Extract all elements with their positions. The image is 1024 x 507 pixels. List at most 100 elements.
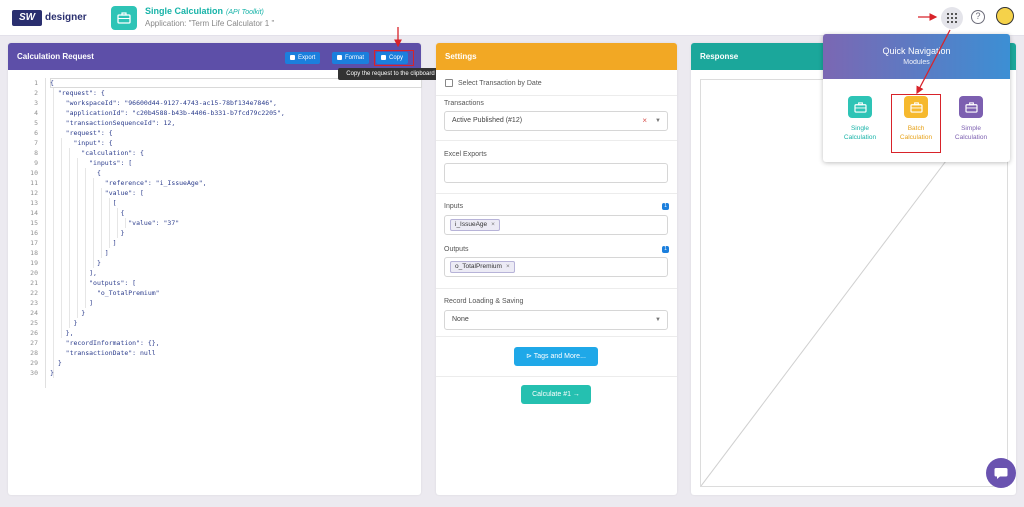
- code-line: 24 }: [12, 308, 412, 318]
- clear-icon[interactable]: ×: [642, 112, 647, 130]
- code-line: 3 "workspaceId": "96600d44-9127-4743-ac1…: [12, 98, 412, 108]
- record-loading-select[interactable]: None ▼: [444, 310, 668, 330]
- nav-single-calculation[interactable]: Single Calculation: [837, 96, 883, 142]
- code-line: 29 }: [12, 358, 412, 368]
- line-number: 14: [30, 209, 38, 217]
- code-text: {: [50, 169, 101, 177]
- inputs-count-badge: 1: [662, 203, 669, 210]
- code-text: }: [50, 229, 125, 237]
- code-text: "value": [: [50, 189, 144, 197]
- line-number: 2: [34, 89, 38, 97]
- line-number: 29: [30, 359, 38, 367]
- line-number: 15: [30, 219, 38, 227]
- json-code-editor[interactable]: 1{2 "request": {3 "workspaceId": "96600d…: [12, 78, 422, 388]
- code-text: {: [50, 209, 125, 217]
- calculate-button[interactable]: Calculate #1 →: [521, 385, 591, 404]
- inputs-field[interactable]: i_IssueAge ×: [444, 215, 668, 235]
- code-text: "applicationId": "c20b4588-b43b-4406-b33…: [50, 109, 285, 117]
- line-number: 19: [30, 259, 38, 267]
- code-text: }: [50, 309, 86, 317]
- line-number: 23: [30, 299, 38, 307]
- code-line: 17 ]: [12, 238, 412, 248]
- avatar[interactable]: [996, 7, 1014, 25]
- excel-exports-field[interactable]: [444, 163, 668, 183]
- code-line: 5 "transactionSequenceId": 12,: [12, 118, 412, 128]
- output-chip: o_TotalPremium ×: [450, 261, 515, 273]
- input-chip: i_IssueAge ×: [450, 219, 500, 231]
- apps-grid-icon[interactable]: [941, 7, 963, 29]
- tag-icon: ⊳: [526, 353, 534, 360]
- line-number: 1: [34, 79, 38, 87]
- code-line: 12 "value": [: [12, 188, 412, 198]
- chat-icon[interactable]: [986, 458, 1016, 488]
- line-number: 13: [30, 199, 38, 207]
- quick-navigation-header: Quick Navigation Modules: [823, 34, 1010, 79]
- briefcase-icon: [959, 96, 983, 118]
- code-text: "reference": "i_IssueAge",: [50, 179, 207, 187]
- line-number: 8: [34, 149, 38, 157]
- line-number: 17: [30, 239, 38, 247]
- code-line: 15 "value": "37": [12, 218, 412, 228]
- divider: [436, 193, 677, 194]
- help-icon[interactable]: ?: [971, 10, 985, 24]
- line-number: 5: [34, 119, 38, 127]
- code-line: 23 ]: [12, 298, 412, 308]
- excel-exports-label: Excel Exports: [444, 151, 487, 158]
- line-number: 22: [30, 289, 38, 297]
- divider: [436, 95, 677, 96]
- nav-simple-calculation[interactable]: Simple Calculation: [948, 96, 994, 142]
- line-number: 26: [30, 329, 38, 337]
- settings-panel: Settings Select Transaction by Date Tran…: [436, 43, 677, 495]
- top-bar: SW designer Single Calculation (API Toolk…: [0, 0, 1024, 36]
- chevron-down-icon: ▼: [655, 317, 661, 323]
- code-line: 6 "request": {: [12, 128, 412, 138]
- format-button[interactable]: Format: [332, 52, 370, 64]
- nav-simple-line2: Calculation: [954, 134, 988, 141]
- sw-designer-logo[interactable]: SW designer: [12, 10, 87, 26]
- line-number: 27: [30, 339, 38, 347]
- line-number: 28: [30, 349, 38, 357]
- transactions-select[interactable]: Active Published (#12) × ▼: [444, 111, 668, 131]
- code-line: 21 "outputs": [: [12, 278, 412, 288]
- outputs-label: Outputs: [444, 246, 469, 253]
- output-chip-label: o_TotalPremium: [455, 263, 502, 270]
- code-line: 2 "request": {: [12, 88, 412, 98]
- code-line: 10 {: [12, 168, 412, 178]
- divider: [436, 376, 677, 377]
- code-line: 14 {: [12, 208, 412, 218]
- select-by-date-label: Select Transaction by Date: [458, 80, 542, 87]
- outputs-field[interactable]: o_TotalPremium ×: [444, 257, 668, 277]
- code-text: ]: [50, 249, 109, 257]
- tags-and-more-button[interactable]: ⊳ Tags and More...: [514, 347, 598, 366]
- line-number: 18: [30, 249, 38, 257]
- code-text: ],: [50, 269, 97, 277]
- code-text: {: [50, 79, 54, 87]
- remove-chip-icon[interactable]: ×: [506, 263, 510, 270]
- code-text: }: [50, 369, 54, 377]
- code-line: 27 "recordInformation": {},: [12, 338, 412, 348]
- code-text: "inputs": [: [50, 159, 133, 167]
- export-button[interactable]: Export: [285, 52, 321, 64]
- record-loading-value: None: [452, 316, 469, 323]
- transactions-label: Transactions: [444, 100, 484, 107]
- line-number: 9: [34, 159, 38, 167]
- copy-button-highlight: [374, 50, 414, 66]
- code-text: "request": {: [50, 129, 113, 137]
- code-text: "workspaceId": "96600d44-9127-4743-ac15-…: [50, 99, 277, 107]
- page-title-text: Single Calculation: [145, 6, 224, 16]
- divider: [436, 140, 677, 141]
- briefcase-icon: [111, 6, 137, 30]
- code-text: }: [50, 359, 62, 367]
- select-by-date-checkbox[interactable]: [445, 79, 453, 87]
- outputs-count-badge: 1: [662, 246, 669, 253]
- code-text: "transactionSequenceId": 12,: [50, 119, 176, 127]
- line-number: 4: [34, 109, 38, 117]
- code-line: 22 "o_TotalPremium": [12, 288, 412, 298]
- quick-navigation-title: Quick Navigation: [882, 46, 951, 56]
- remove-chip-icon[interactable]: ×: [491, 221, 495, 228]
- code-line: 28 "transactionDate": null: [12, 348, 412, 358]
- code-text: },: [50, 329, 74, 337]
- line-number: 21: [30, 279, 38, 287]
- code-text: }: [50, 259, 101, 267]
- application-name: Application: "Term Life Calculator 1 ": [145, 19, 275, 28]
